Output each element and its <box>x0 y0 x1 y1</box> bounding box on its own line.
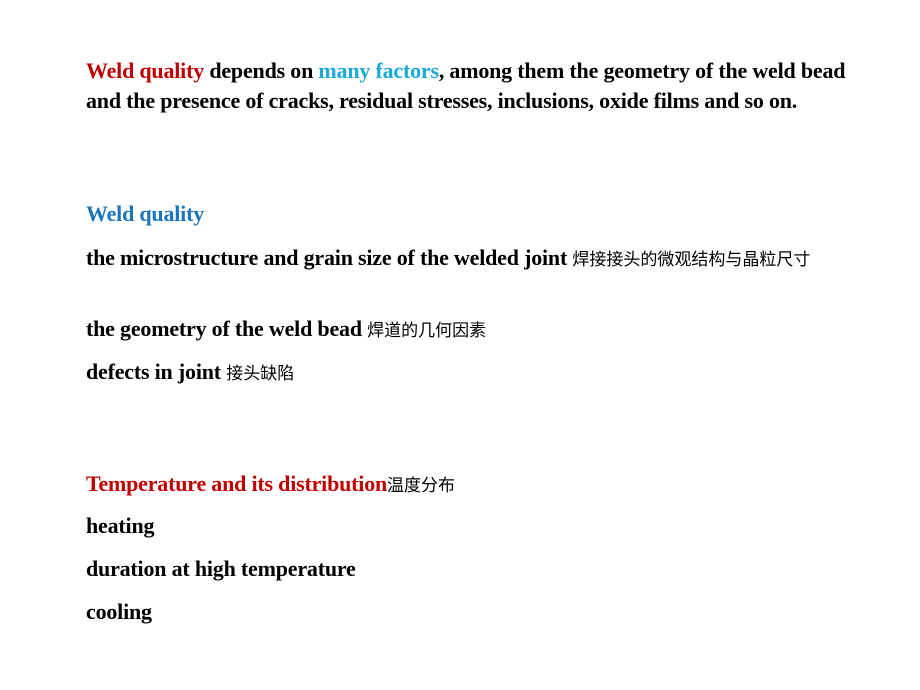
item-en: defects in joint <box>86 359 227 384</box>
slide: Weld quality depends on many factors, am… <box>0 0 920 690</box>
temperature-item-heating: heating <box>86 513 155 538</box>
temperature-heading-en: Temperature and its distribution <box>86 471 388 496</box>
item-en: the microstructure and grain size of the… <box>86 245 573 270</box>
intro-highlight-weld-quality: Weld quality <box>86 58 205 83</box>
item-zh: 焊道的几何因素 <box>367 321 487 341</box>
item-zh: 焊接接头的微观结构与晶粒尺寸 <box>572 250 811 270</box>
item-zh: 接头缺陷 <box>226 364 295 384</box>
item-en: the geometry of the weld bead <box>86 316 368 341</box>
weld-quality-heading: Weld quality <box>86 201 205 226</box>
weld-quality-item-microstructure: the microstructure and grain size of the… <box>86 242 846 276</box>
temperature-item-cooling: cooling <box>86 599 152 624</box>
intro-text-1: depends on <box>204 58 319 83</box>
weld-quality-item-geometry: the geometry of the weld bead 焊道的几何因素 <box>86 314 486 346</box>
intro-paragraph: Weld quality depends on many factors, am… <box>86 56 846 116</box>
temperature-heading: Temperature and its distribution温度分布 <box>86 469 455 501</box>
intro-highlight-many-factors: many factors <box>318 58 439 83</box>
temperature-heading-zh: 温度分布 <box>387 476 456 496</box>
temperature-item-duration: duration at high temperature <box>86 556 356 581</box>
weld-quality-item-defects: defects in joint 接头缺陷 <box>86 357 294 389</box>
